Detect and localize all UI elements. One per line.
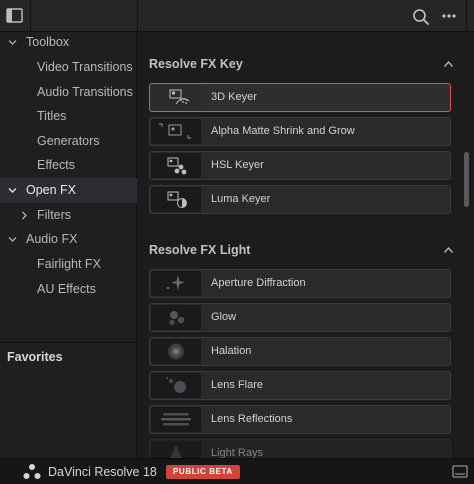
more-options-icon[interactable] (438, 5, 460, 27)
chevron-up-icon[interactable] (443, 60, 454, 68)
fx-item-glow[interactable]: Glow (149, 303, 451, 332)
fx-thumbnail (151, 85, 201, 110)
favorites-heading[interactable]: Favorites (7, 350, 63, 364)
sidebar-panel-icon[interactable] (4, 6, 26, 26)
fx-item-hsl-keyer[interactable]: HSL Keyer (149, 151, 451, 180)
hsl-keyer-icon (167, 157, 187, 175)
fx-thumbnail (151, 305, 201, 330)
chevron-right-icon[interactable] (19, 210, 30, 221)
chevron-down-icon[interactable] (7, 234, 18, 245)
fx-item-halation[interactable]: Halation (149, 337, 451, 366)
sidebar-item-label: Effects (37, 158, 75, 172)
toolbar-divider (137, 0, 138, 32)
fx-item-label: Alpha Matte Shrink and Grow (211, 125, 355, 137)
top-toolbar (0, 0, 474, 32)
sidebar-item-label: Open FX (26, 183, 77, 197)
sidebar-item-au-effects[interactable]: AU Effects (0, 277, 137, 302)
chevron-down-icon[interactable] (7, 37, 18, 48)
halation-icon (168, 343, 184, 360)
app-name: DaVinci Resolve 18 (48, 465, 157, 479)
favorites-divider (0, 342, 137, 343)
chevron-down-icon[interactable] (7, 185, 18, 196)
glow-icon (169, 311, 185, 326)
sidebar-item-label: Video Transitions (37, 60, 133, 74)
fx-item-label: HSL Keyer (211, 159, 264, 171)
fx-thumbnail (151, 119, 201, 144)
sidebar-item-audio-fx[interactable]: Audio FX (0, 227, 137, 252)
fx-item-luma-keyer[interactable]: Luma Keyer (149, 185, 451, 214)
sidebar-item-filters[interactable]: Filters (0, 203, 137, 228)
fx-thumbnail (151, 187, 201, 212)
fx-item-light-rays[interactable]: Light Rays (149, 439, 451, 458)
fx-item-label: Aperture Diffraction (211, 277, 306, 289)
davinci-resolve-logo-icon (22, 463, 42, 481)
section-title-resolve-fx-light: Resolve FX Light (149, 243, 251, 257)
fx-item-label: Halation (211, 345, 252, 357)
sidebar-item-open-fx[interactable]: Open FX (0, 178, 137, 203)
sidebar-item-toolbox[interactable]: Toolbox (0, 30, 137, 55)
fx-thumbnail (151, 373, 201, 398)
sidebar-item-titles[interactable]: Titles (0, 104, 137, 129)
sidebar-item-label: Generators (37, 134, 100, 148)
fx-item-3d-keyer[interactable]: 3D Keyer (149, 83, 451, 112)
fx-thumbnail (151, 441, 201, 458)
fx-item-label: Lens Reflections (211, 413, 293, 425)
effects-list-panel: Resolve FX Key 3D Keyer Alpha Matte Shri… (138, 32, 464, 458)
fx-item-alpha-matte-shrink-and-grow[interactable]: Alpha Matte Shrink and Grow (149, 117, 451, 146)
fx-item-label: Glow (211, 311, 237, 323)
luma-keyer-icon (167, 191, 187, 208)
lens-flare-icon (165, 376, 186, 393)
light-rays-icon (170, 445, 182, 458)
fx-item-label: 3D Keyer (211, 91, 257, 103)
sidebar-item-label: AU Effects (37, 282, 96, 296)
sidebar-item-effects[interactable]: Effects (0, 153, 137, 178)
scrollbar-track[interactable] (464, 32, 474, 458)
fx-item-aperture-diffraction[interactable]: Aperture Diffraction (149, 269, 451, 298)
chevron-up-icon[interactable] (443, 246, 454, 254)
sidebar-item-video-transitions[interactable]: Video Transitions (0, 55, 137, 80)
fx-item-label: Lens Flare (211, 379, 263, 391)
keyer-3d-icon (169, 89, 190, 105)
status-bar: DaVinci Resolve 18 PUBLIC BETA (0, 458, 474, 484)
lens-reflections-icon (161, 413, 191, 426)
toolbar-divider (466, 0, 467, 32)
fx-item-lens-flare[interactable]: Lens Flare (149, 371, 451, 400)
fx-thumbnail (151, 271, 201, 296)
fx-item-lens-reflections[interactable]: Lens Reflections (149, 405, 451, 434)
fx-thumbnail (151, 153, 201, 178)
toolbar-divider (30, 0, 31, 32)
aperture-diffraction-icon (166, 275, 185, 290)
sidebar-item-label: Audio FX (26, 232, 78, 246)
sidebar-item-audio-transitions[interactable]: Audio Transitions (0, 80, 137, 105)
sidebar-item-label: Filters (37, 208, 72, 222)
scrollbar-thumb[interactable] (464, 152, 469, 207)
public-beta-badge: PUBLIC BETA (166, 465, 240, 479)
fx-item-label: Luma Keyer (211, 193, 271, 205)
sidebar-item-label: Toolbox (26, 35, 70, 49)
effects-library-sidebar: Toolbox Video Transitions Audio Transiti… (0, 32, 137, 458)
shrink-grow-icon (159, 123, 191, 139)
sidebar-item-label: Titles (37, 109, 67, 123)
fx-thumbnail (151, 339, 201, 364)
search-icon[interactable] (410, 6, 432, 28)
sidebar-item-label: Fairlight FX (37, 257, 101, 271)
sidebar-item-fairlight-fx[interactable]: Fairlight FX (0, 252, 137, 277)
workspace-icon[interactable] (452, 465, 468, 479)
fx-thumbnail (151, 407, 201, 432)
sidebar-item-generators[interactable]: Generators (0, 129, 137, 154)
section-title-resolve-fx-key: Resolve FX Key (149, 57, 243, 71)
sidebar-item-label: Audio Transitions (37, 85, 133, 99)
fx-item-label: Light Rays (211, 447, 263, 458)
